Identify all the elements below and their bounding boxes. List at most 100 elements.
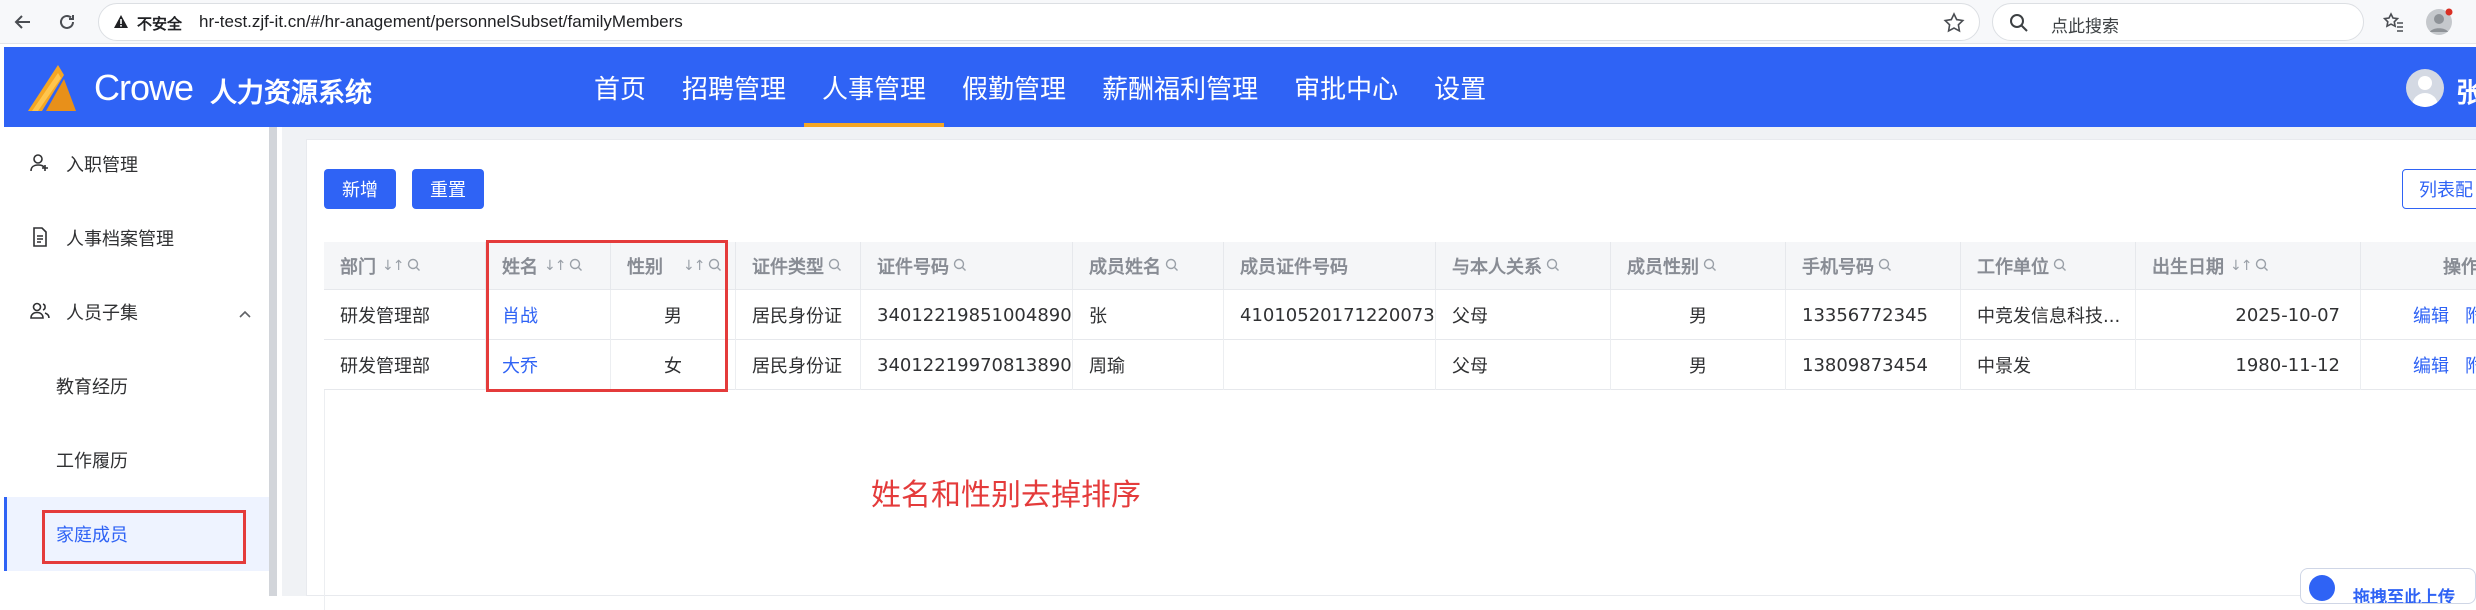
cell-member-name: 周瑜 [1073,340,1224,390]
col-header-id-type[interactable]: 证件类型 [736,242,861,290]
favorites-icon[interactable] [2378,7,2408,37]
filter-search-icon[interactable] [953,256,967,277]
nav-personnel[interactable]: 人事管理 [804,47,945,127]
cell-id-type: 居民身份证 [736,340,861,390]
filter-search-icon[interactable] [1546,256,1560,277]
annotation-highlight-family-members [42,510,246,564]
col-header-label: 与本人关系 [1452,257,1542,278]
cell-birth-date: 2025-10-07 [2136,290,2361,340]
sidebar-item-label: 入职管理 [66,155,138,176]
cell-member-id-number [1224,340,1436,390]
filter-search-icon[interactable] [1165,256,1179,277]
cell-id-number: 340122199708138907 [861,340,1073,390]
system-name: 人力资源系统 [210,78,372,109]
col-header-member-gender[interactable]: 成员性别 [1611,242,1786,290]
col-header-label: 出生日期 [2152,257,2224,278]
sidebar-item-label: 工作履历 [56,451,128,472]
refresh-icon[interactable] [52,7,82,37]
col-header-label: 手机号码 [1802,257,1874,278]
browser-search-box[interactable]: 点此搜索 [1992,3,2364,41]
avatar[interactable] [2406,69,2444,107]
col-header-label: 部门 [340,257,376,278]
document-icon [30,227,50,252]
nav-attendance[interactable]: 假勤管理 [944,47,1084,127]
filter-search-icon[interactable] [1703,256,1717,277]
search-placeholder: 点此搜索 [2051,17,2119,37]
cell-member-id-number: 410105201712200735 [1224,290,1436,340]
chevron-up-icon[interactable] [238,305,252,326]
cell-department: 研发管理部 [324,290,486,340]
users-icon [30,301,50,326]
nav-approval[interactable]: 审批中心 [1276,47,1416,127]
profile-icon[interactable] [2424,7,2454,37]
table-body-empty-area [324,390,2476,610]
add-button[interactable]: 新增 [324,169,396,209]
sort-icon[interactable]: ↓↑ [2230,258,2252,274]
url-text[interactable]: hr-test.zjf-it.cn/#/hr-anagement/personn… [199,12,683,32]
cell-employer: 中景发 [1961,340,2136,390]
sort-icon[interactable]: ↓↑ [382,258,404,274]
back-icon[interactable] [8,7,38,37]
col-header-birth-date[interactable]: 出生日期 ↓↑ [2136,242,2361,290]
col-header-actions: 操作 [2361,242,2476,290]
sidebar-item-work-history[interactable]: 工作履历 [4,423,272,497]
col-header-label: 工作单位 [1977,257,2049,278]
col-header-member-id-number[interactable]: 成员证件号码 [1224,242,1436,290]
drag-upload-label: 拖拽至此上传 [2353,588,2455,604]
sidebar-scrollbar[interactable] [269,127,277,596]
sidebar-item-personnel-subset[interactable]: 人员子集 [4,275,272,349]
attachment-link[interactable]: 附件 [2465,302,2476,328]
col-header-label: 证件类型 [752,257,824,278]
search-icon [2009,13,2029,37]
upload-icon [2309,575,2335,601]
reset-button[interactable]: 重置 [412,169,484,209]
cell-actions: 编辑 附件 [2361,340,2476,390]
drag-upload-button[interactable]: 拖拽至此上传 [2300,568,2476,604]
edit-link[interactable]: 编辑 [2413,352,2449,378]
cell-relationship: 父母 [1436,340,1611,390]
nav-settings[interactable]: 设置 [1416,47,1504,127]
annotation-text: 姓名和性别去掉排序 [871,478,1141,513]
filter-search-icon[interactable] [407,256,421,277]
cell-employer: 中竞发信息科技... [1961,290,2136,340]
sidebar-item-label: 人事档案管理 [66,229,174,250]
crowe-logo-icon [24,61,86,117]
cell-id-type: 居民身份证 [736,290,861,340]
filter-search-icon[interactable] [2255,256,2269,277]
sidebar-item-personnel-files[interactable]: 人事档案管理 [4,201,272,275]
cell-member-gender: 男 [1611,290,1786,340]
filter-search-icon[interactable] [2053,256,2067,277]
col-header-department[interactable]: 部门 ↓↑ [324,242,486,290]
col-header-relationship[interactable]: 与本人关系 [1436,242,1611,290]
cell-member-name: 张 [1073,290,1224,340]
filter-search-icon[interactable] [1878,256,1892,277]
column-config-button[interactable]: 列表配 [2402,169,2476,209]
col-header-id-number[interactable]: 证件号码 [861,242,1073,290]
user-name[interactable]: 张 [2456,71,2476,110]
attachment-link[interactable]: 附件 [2465,352,2476,378]
nav-recruitment[interactable]: 招聘管理 [664,47,804,127]
cell-department: 研发管理部 [324,340,486,390]
edit-link[interactable]: 编辑 [2413,302,2449,328]
warning-icon [113,14,129,34]
cell-member-gender: 男 [1611,340,1786,390]
bookmark-star-icon[interactable] [1943,12,1965,38]
nav-payroll[interactable]: 薪酬福利管理 [1084,47,1276,127]
cell-actions: 编辑 附件 [2361,290,2476,340]
sidebar-item-education[interactable]: 教育经历 [4,349,272,423]
top-nav: 首页 招聘管理 人事管理 假勤管理 薪酬福利管理 审批中心 设置 [576,47,1504,127]
cell-phone: 13809873454 [1786,340,1961,390]
annotation-highlight-name-gender [486,240,728,392]
col-header-member-name[interactable]: 成员姓名 [1073,242,1224,290]
address-bar[interactable]: 不安全 hr-test.zjf-it.cn/#/hr-anagement/per… [98,3,1980,41]
cell-birth-date: 1980-11-12 [2136,340,2361,390]
app-header: Crowe 人力资源系统 首页 招聘管理 人事管理 假勤管理 薪酬福利管理 审批… [4,47,2476,127]
filter-search-icon[interactable] [828,256,842,277]
nav-home[interactable]: 首页 [576,47,664,127]
col-header-employer[interactable]: 工作单位 [1961,242,2136,290]
browser-toolbar: 不安全 hr-test.zjf-it.cn/#/hr-anagement/per… [0,0,2476,44]
col-header-label: 证件号码 [877,257,949,278]
col-header-phone[interactable]: 手机号码 [1786,242,1961,290]
sidebar-item-onboarding[interactable]: 入职管理 [4,127,272,201]
cell-phone: 13356772345 [1786,290,1961,340]
